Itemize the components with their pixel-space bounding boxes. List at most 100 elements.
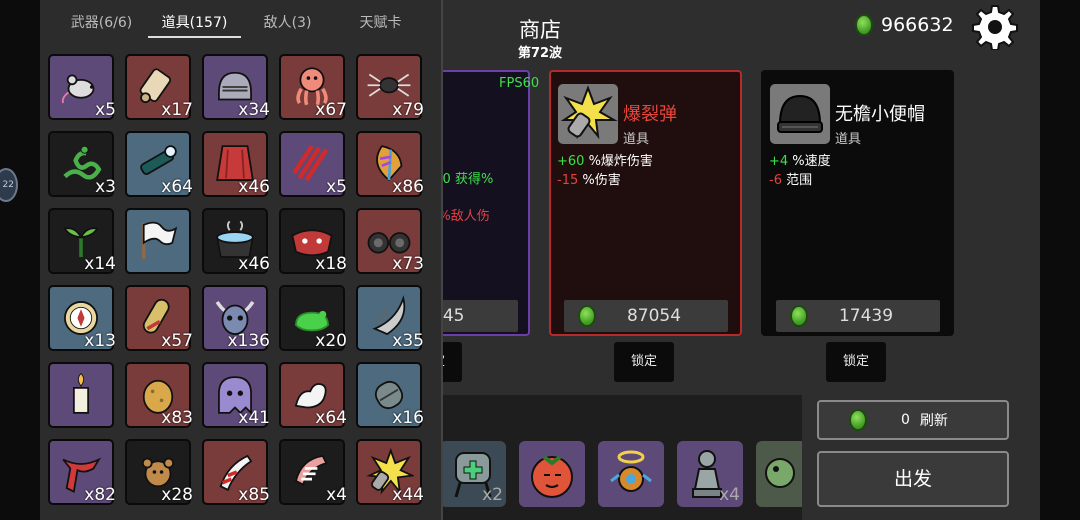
owned-slot[interactable]: x4 — [677, 441, 743, 507]
inventory-item[interactable]: x64 — [125, 131, 193, 197]
item-count: x82 — [84, 485, 116, 505]
tab-talent-cards[interactable]: 天赋卡 — [334, 12, 427, 38]
item-count: x64 — [315, 408, 347, 428]
inventory-item[interactable]: x82 — [48, 439, 116, 505]
item-count: x64 — [161, 177, 193, 197]
side-wave-badge[interactable]: 22 — [0, 168, 18, 202]
inventory-item[interactable]: x35 — [356, 285, 424, 351]
shop-title: 商店 — [519, 18, 561, 42]
card-name: 爆裂弹 — [623, 104, 677, 125]
shop-card-2[interactable]: 爆裂弹 道具 +60 %爆炸伤害 -15 %伤害 87054 — [549, 70, 742, 336]
inventory-item[interactable]: x73 — [356, 208, 424, 274]
lock-button-2[interactable]: 锁定 — [614, 342, 674, 382]
inventory-item[interactable]: x83 — [125, 362, 193, 428]
inventory-item[interactable]: x4 — [279, 439, 347, 505]
inventory-item[interactable]: x34 — [202, 54, 270, 120]
item-count: x17 — [161, 100, 193, 120]
price-button[interactable]: 17439 — [776, 300, 940, 332]
inventory-item[interactable]: x13 — [48, 285, 116, 351]
inventory-item[interactable]: x5 — [279, 131, 347, 197]
coin-icon — [578, 305, 596, 327]
coin-icon — [855, 14, 873, 36]
item-count: x67 — [315, 100, 347, 120]
item-count: x14 — [84, 254, 116, 274]
refresh-cost: 0 — [901, 412, 910, 428]
inventory-item[interactable] — [48, 362, 114, 428]
shop-card-3[interactable]: 无檐小便帽 道具 +4 %速度 -6 范围 17439 — [761, 70, 954, 336]
inventory-tabs: 武器(6/6) 道具(157) 敌人(3) 天赋卡 — [55, 12, 429, 38]
fps-counter: FPS60 — [499, 76, 540, 91]
inventory-item[interactable]: x64 — [279, 362, 347, 428]
inventory-item[interactable]: x18 — [279, 208, 347, 274]
inventory-item[interactable]: x14 — [48, 208, 116, 274]
exploding-bullet-icon — [558, 84, 618, 144]
stat-text: 获得% — [454, 172, 494, 187]
owned-slot[interactable] — [598, 441, 664, 507]
tab-enemies[interactable]: 敌人(3) — [241, 12, 334, 38]
inventory-item[interactable]: x136 — [202, 285, 270, 351]
item-count: x46 — [238, 177, 270, 197]
inventory-item[interactable] — [125, 208, 191, 274]
stat-text: %伤害 — [578, 173, 621, 188]
white-flag-icon — [141, 221, 178, 259]
halo-amulet-icon — [610, 450, 652, 492]
item-count: x85 — [238, 485, 270, 505]
shop-card-1[interactable]: 100 获得% 0 %敌人伤 545 — [426, 70, 530, 336]
inventory-item[interactable]: x46 — [202, 208, 270, 274]
item-count: x5 — [95, 100, 116, 120]
inventory-item[interactable]: x85 — [202, 439, 270, 505]
owned-slot[interactable]: x2 — [440, 441, 506, 507]
stat-text: 范围 — [781, 173, 813, 188]
tab-weapons[interactable]: 武器(6/6) — [55, 12, 148, 38]
coin-icon — [849, 409, 867, 431]
item-count: x46 — [238, 254, 270, 274]
right-edge-strip — [1040, 0, 1080, 520]
item-count: x34 — [238, 100, 270, 120]
owned-slot[interactable] — [519, 441, 585, 507]
coin-total: 966632 — [855, 14, 954, 36]
stat-value: -15 — [557, 173, 579, 188]
inventory-item[interactable]: x86 — [356, 131, 424, 197]
item-count: x73 — [392, 254, 424, 274]
price-button[interactable]: 87054 — [564, 300, 728, 332]
coin-icon — [790, 305, 808, 327]
item-count: x41 — [238, 408, 270, 428]
owned-slot[interactable] — [756, 441, 802, 507]
item-count: x18 — [315, 254, 347, 274]
item-count: x28 — [161, 485, 193, 505]
slot-count: x2 — [482, 485, 503, 505]
item-count: x83 — [161, 408, 193, 428]
card-stats: +60 %爆炸伤害 -15 %伤害 — [557, 152, 653, 190]
stat-text: %敌人伤 — [438, 209, 490, 224]
item-count: x136 — [227, 331, 270, 351]
inventory-item[interactable]: x79 — [356, 54, 424, 120]
coin-total-value: 966632 — [881, 14, 954, 36]
go-button[interactable]: 出发 — [817, 451, 1009, 507]
tab-items[interactable]: 道具(157) — [148, 12, 241, 38]
lock-button-3[interactable]: 锁定 — [826, 342, 886, 382]
inventory-item[interactable]: x20 — [279, 285, 347, 351]
inventory-item[interactable]: x3 — [48, 131, 116, 197]
inventory-item[interactable]: x17 — [125, 54, 193, 120]
green-creature-icon — [765, 458, 795, 488]
item-count: x35 — [392, 331, 424, 351]
item-count: x16 — [392, 408, 424, 428]
inventory-item[interactable]: x57 — [125, 285, 193, 351]
inventory-item[interactable]: x16 — [356, 362, 424, 428]
inventory-item[interactable]: x67 — [279, 54, 347, 120]
inventory-item[interactable]: x28 — [125, 439, 193, 505]
inventory-item[interactable]: x46 — [202, 131, 270, 197]
gear-icon[interactable] — [972, 4, 1018, 50]
inventory-item[interactable]: x41 — [202, 362, 270, 428]
item-count: x44 — [392, 485, 424, 505]
stat-text: %速度 — [788, 154, 831, 169]
refresh-button[interactable]: 0 刷新 — [817, 400, 1009, 440]
card-stats: +4 %速度 -6 范围 — [769, 152, 831, 190]
slot-count: x4 — [719, 485, 740, 505]
wave-label: 第72波 — [517, 46, 563, 61]
inventory-item[interactable]: x44 — [356, 439, 424, 505]
stat-value: +4 — [769, 154, 789, 169]
item-count: x86 — [392, 177, 424, 197]
inventory-item[interactable]: x5 — [48, 54, 116, 120]
stat-value: +60 — [557, 154, 585, 169]
